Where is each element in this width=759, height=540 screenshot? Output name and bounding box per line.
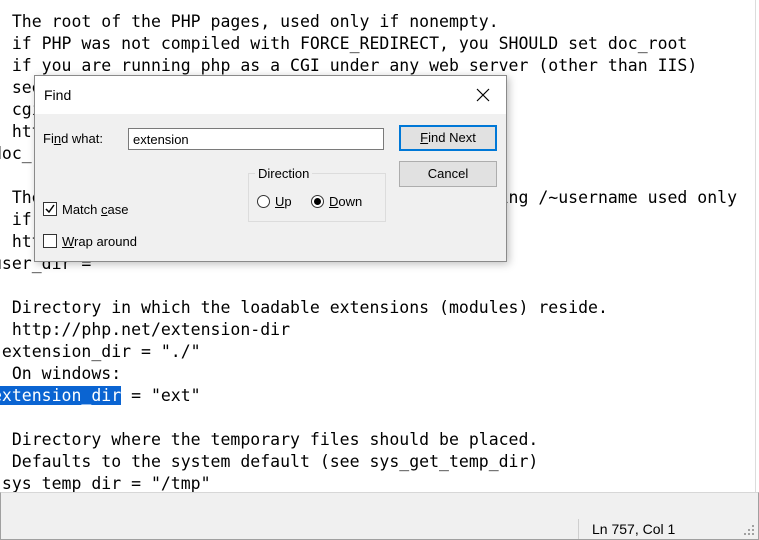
resize-grip-icon[interactable] [743,524,755,536]
down-radio[interactable] [311,195,324,208]
editor-right-edge [755,0,759,492]
match-case-label[interactable]: Match case [62,202,128,217]
editor-line: ; http://php.net/extension-dir [0,320,291,339]
dialog-titlebar[interactable]: Find [35,76,506,114]
find-next-button[interactable]: Find Next [399,125,497,151]
dialog-title: Find [44,87,72,103]
close-icon [476,88,490,102]
selection-highlight: extension_dir [0,386,122,405]
status-separator [578,519,579,539]
editor-line: ; if you are running php as a CGI under … [0,56,698,75]
find-what-label: Find what: [43,131,103,146]
editor-line: ; Defaults to the system default (see sy… [0,452,539,471]
up-radio[interactable] [257,195,270,208]
cancel-button[interactable]: Cancel [399,161,497,187]
match-case-checkbox[interactable] [43,202,57,216]
checkmark-icon [45,204,55,214]
selected-editor-line: extension_dir = "ext" [0,385,201,407]
status-bar: Ln 757, Col 1 [0,492,759,540]
down-radio-label[interactable]: Down [329,194,362,209]
editor-line: ; if PHP was not compiled with FORCE_RED… [0,34,688,53]
up-radio-label[interactable]: Up [275,194,292,209]
editor-line: ; Directory in which the loadable extens… [0,298,608,317]
find-what-input[interactable]: extension [128,128,384,150]
cursor-position: Ln 757, Col 1 [592,521,676,537]
editor-line: ; On windows: [0,364,122,383]
editor-line: ;extension_dir = "./" [0,342,201,361]
direction-label: Direction [255,166,313,181]
close-button[interactable] [460,76,506,114]
find-dialog: Find Find what: extension Find Next Canc… [34,75,507,262]
wrap-around-checkbox[interactable] [43,234,57,248]
editor-line: ; The root of the PHP pages, used only i… [0,12,499,31]
wrap-around-label[interactable]: Wrap around [62,234,137,249]
selected-line-rest: = "ext" [121,386,201,405]
editor-line: ; Directory where the temporary files sh… [0,430,539,449]
editor-line: ;sys_temp_dir = "/tmp" [0,474,211,492]
